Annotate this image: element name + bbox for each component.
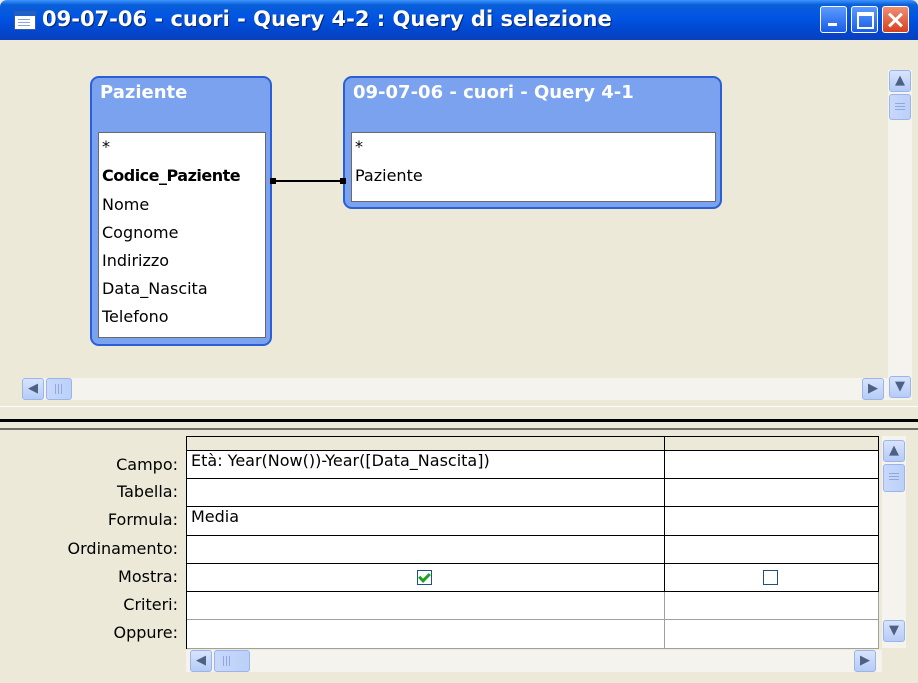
scroll-right-icon[interactable]: ▶ bbox=[862, 378, 884, 400]
row-label-oppure: Oppure: bbox=[113, 623, 178, 642]
scroll-down-icon[interactable]: ▼ bbox=[889, 376, 911, 398]
relationship-join-line[interactable] bbox=[270, 178, 346, 184]
column-selector[interactable] bbox=[187, 437, 665, 451]
design-grid-pane[interactable]: Campo: Tabella: Formula: Ordinamento: Mo… bbox=[6, 430, 916, 683]
table-pane[interactable]: Paziente * Codice_Paziente Nome Cognome … bbox=[6, 40, 916, 406]
cell-ordinamento[interactable] bbox=[187, 536, 665, 564]
cell-formula[interactable]: Media bbox=[187, 507, 665, 536]
grid-vertical-scrollbar[interactable]: ▲ ▼ bbox=[882, 436, 906, 648]
query-design-window: 09-07-06 - cuori - Query 4-2 : Query di … bbox=[0, 0, 918, 683]
scroll-right-icon[interactable]: ▶ bbox=[854, 650, 876, 672]
field-list-title[interactable]: 09-07-06 - cuori - Query 4-1 bbox=[353, 82, 634, 103]
cell-mostra[interactable] bbox=[187, 564, 665, 592]
cell-tabella[interactable] bbox=[665, 479, 879, 507]
scroll-up-icon[interactable]: ▲ bbox=[883, 440, 905, 462]
cell-tabella[interactable] bbox=[187, 479, 665, 507]
window-title: 09-07-06 - cuori - Query 4-2 : Query di … bbox=[42, 7, 612, 31]
field-item[interactable]: * bbox=[355, 137, 363, 156]
scroll-left-icon[interactable]: ◀ bbox=[190, 650, 212, 672]
show-checkbox[interactable] bbox=[417, 570, 432, 585]
field-item[interactable]: Telefono bbox=[102, 307, 169, 326]
cell-formula[interactable] bbox=[665, 507, 879, 536]
scroll-thumb[interactable] bbox=[883, 464, 905, 492]
cell-campo[interactable]: Età: Year(Now())-Year([Data_Nascita]) bbox=[187, 451, 665, 479]
query-grid[interactable]: Età: Year(Now())-Year([Data_Nascita]) Me… bbox=[186, 436, 879, 649]
row-label-ordinamento: Ordinamento: bbox=[67, 539, 178, 558]
show-checkbox[interactable] bbox=[763, 570, 778, 585]
scroll-left-icon[interactable]: ◀ bbox=[22, 378, 44, 400]
grid-horizontal-scrollbar[interactable]: ◀ ▶ bbox=[186, 650, 882, 672]
row-label-formula: Formula: bbox=[107, 510, 178, 529]
upper-horizontal-scrollbar[interactable]: ◀ ▶ bbox=[22, 378, 888, 400]
row-label-criteri: Criteri: bbox=[123, 595, 178, 614]
cell-mostra[interactable] bbox=[665, 564, 879, 592]
cell-criteri[interactable] bbox=[187, 592, 665, 620]
cell-oppure[interactable] bbox=[187, 620, 665, 649]
field-list-items[interactable]: * Codice_Paziente Nome Cognome Indirizzo… bbox=[98, 132, 266, 338]
field-list-query-4-1[interactable]: 09-07-06 - cuori - Query 4-1 * Paziente bbox=[343, 76, 722, 209]
pane-splitter[interactable] bbox=[0, 406, 918, 430]
scroll-up-icon[interactable]: ▲ bbox=[889, 70, 911, 92]
scroll-thumb[interactable] bbox=[46, 378, 72, 400]
cell-criteri[interactable] bbox=[665, 592, 879, 620]
minimize-button[interactable] bbox=[820, 6, 847, 33]
cell-campo[interactable] bbox=[665, 451, 879, 479]
scroll-thumb[interactable] bbox=[214, 650, 250, 672]
scroll-thumb[interactable] bbox=[889, 94, 911, 120]
field-item[interactable]: Nome bbox=[102, 195, 149, 214]
title-bar[interactable]: 09-07-06 - cuori - Query 4-2 : Query di … bbox=[0, 0, 918, 40]
row-label-tabella: Tabella: bbox=[116, 482, 178, 501]
row-label-mostra: Mostra: bbox=[118, 567, 178, 586]
upper-vertical-scrollbar[interactable]: ▲ ▼ bbox=[888, 70, 912, 400]
field-item[interactable]: * bbox=[102, 137, 110, 156]
field-item[interactable]: Indirizzo bbox=[102, 251, 169, 270]
cell-ordinamento[interactable] bbox=[665, 536, 879, 564]
column-selector[interactable] bbox=[665, 437, 879, 451]
close-button[interactable] bbox=[882, 6, 909, 33]
field-list-paziente[interactable]: Paziente * Codice_Paziente Nome Cognome … bbox=[90, 76, 272, 346]
field-item[interactable]: Data_Nascita bbox=[102, 279, 208, 298]
field-list-items[interactable]: * Paziente bbox=[351, 132, 716, 202]
field-list-title[interactable]: Paziente bbox=[100, 82, 187, 103]
field-item-key[interactable]: Codice_Paziente bbox=[102, 166, 241, 185]
cell-oppure[interactable] bbox=[665, 620, 879, 649]
scroll-down-icon[interactable]: ▼ bbox=[883, 620, 905, 642]
field-item[interactable]: Paziente bbox=[355, 166, 423, 185]
maximize-button[interactable] bbox=[851, 6, 878, 33]
query-icon[interactable] bbox=[14, 11, 36, 30]
row-label-campo: Campo: bbox=[116, 455, 178, 474]
field-item[interactable]: Cognome bbox=[102, 223, 178, 242]
